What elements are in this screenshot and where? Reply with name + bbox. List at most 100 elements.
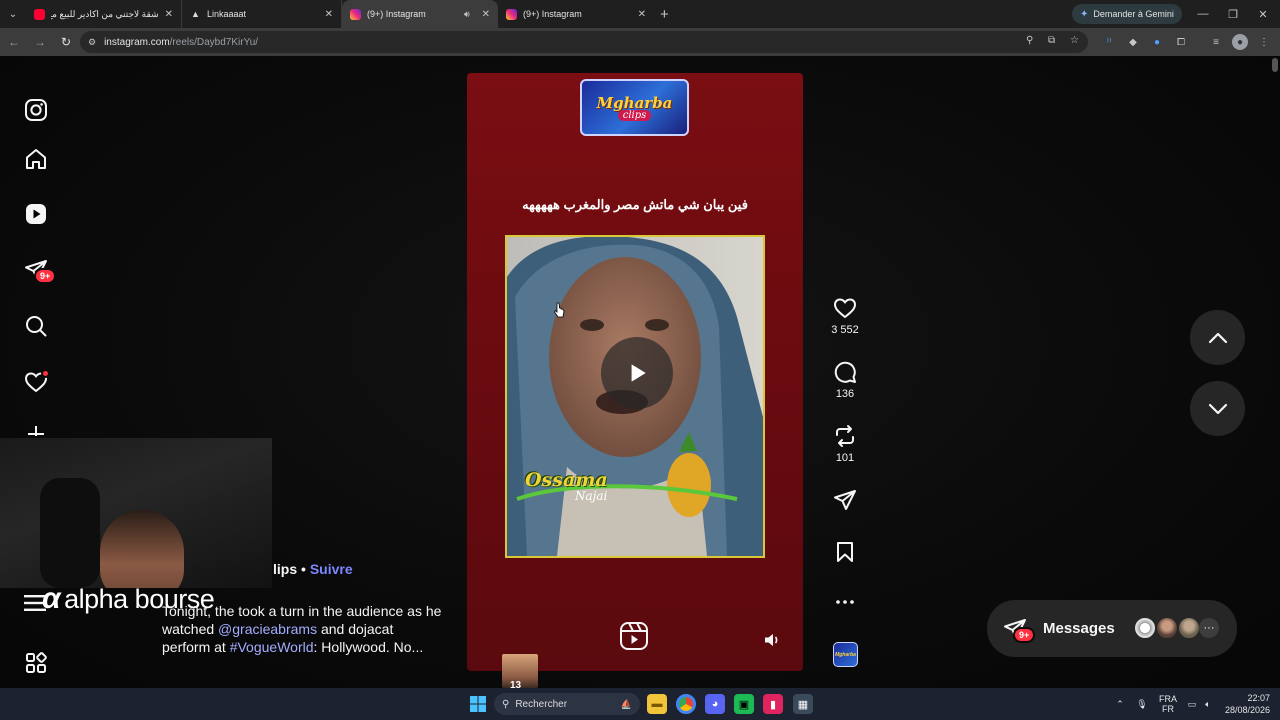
tab-title: (9+) Instagram <box>523 9 582 19</box>
restore-icon[interactable]: ❐ <box>1218 0 1248 28</box>
gemini-button[interactable]: ✦ Demander à Gemini <box>1072 4 1182 24</box>
play-button[interactable] <box>601 337 673 409</box>
share-action[interactable] <box>830 488 860 512</box>
repost-action[interactable]: 101 <box>830 424 860 464</box>
reels-icon[interactable] <box>22 200 50 228</box>
system-clock[interactable]: 22:07 28/08/2026 <box>1220 692 1270 716</box>
forward-icon[interactable]: → <box>28 30 52 54</box>
save-action[interactable] <box>830 540 860 564</box>
app-red-icon[interactable]: ▮ <box>763 694 783 714</box>
close-tab-icon[interactable]: ✕ <box>482 9 490 20</box>
minimize-icon[interactable]: — <box>1188 0 1218 28</box>
extension-diamond-icon[interactable]: ◆ <box>1125 34 1141 50</box>
like-action[interactable]: 3 552 <box>830 296 860 336</box>
tab-search-chevron-icon[interactable]: ⌄ <box>0 0 26 28</box>
apps-grid-icon[interactable] <box>22 649 50 677</box>
close-tab-icon[interactable]: ✕ <box>165 9 173 20</box>
lang-bottom: FR <box>1162 704 1174 714</box>
search-icon[interactable] <box>22 312 50 340</box>
bookmark-star-icon[interactable]: ☆ <box>1070 35 1079 46</box>
extensions-puzzle-icon[interactable]: ⧠ <box>1173 34 1189 50</box>
file-explorer-icon[interactable]: ▬ <box>647 694 667 714</box>
reel-video[interactable]: Ossama Najai <box>505 235 765 558</box>
extension-shield-icon[interactable]: ● <box>1149 34 1165 50</box>
windows-taskbar: ⚲ Rechercher ⛵ ▬ ◕ ▣ ▮ ▦ ⌃ 🎙︎ FRA FR ▭ 🔈… <box>0 688 1280 720</box>
audio-avatar[interactable]: Mgharba <box>833 642 858 667</box>
scrollbar[interactable] <box>1272 58 1278 72</box>
microphone-icon[interactable]: 🎙︎ <box>1134 688 1150 720</box>
tab-1[interactable]: شقة لاجتني من اكادير للبيع مع ان ✕ <box>26 0 182 28</box>
follow-button[interactable]: Suivre <box>310 561 353 577</box>
more-options-action[interactable] <box>830 590 860 614</box>
discord-icon[interactable]: ◕ <box>705 694 725 714</box>
back-icon[interactable]: ← <box>2 30 26 54</box>
contact-avatar <box>1155 616 1179 640</box>
repost-icon[interactable] <box>833 424 857 448</box>
alpha-brand-text: alpha bourse <box>64 583 215 614</box>
menu-kebab-icon[interactable]: ⋮ <box>1256 34 1272 50</box>
clock-time: 22:07 <box>1247 693 1270 703</box>
previous-reel-button[interactable] <box>1190 310 1245 365</box>
chrome-icon[interactable] <box>676 694 696 714</box>
comment-count: 136 <box>835 388 855 400</box>
comment-action[interactable]: 136 <box>830 360 860 400</box>
share-icon[interactable] <box>833 488 857 512</box>
address-bar[interactable]: ⚙ instagram.com/reels/Daybd7KirYu/ ⚲ ⧉ ☆ <box>80 31 1088 53</box>
close-tab-icon[interactable]: ✕ <box>325 9 333 20</box>
instagram-favicon-icon <box>506 8 517 20</box>
hashtag-link[interactable]: #VogueWorld <box>230 639 314 655</box>
volume-tray-icon[interactable]: 🔈︎ <box>1200 688 1216 720</box>
taskbar-search[interactable]: ⚲ Rechercher ⛵ <box>494 693 640 715</box>
reel-player[interactable]: Mgharba clips فين يبان شي ماتش مصر والمغ… <box>467 73 803 671</box>
mouse-cursor-icon <box>554 302 565 318</box>
calculator-icon[interactable]: ▦ <box>793 694 813 714</box>
floating-thumbnail[interactable]: 13 <box>502 654 538 691</box>
reload-icon[interactable]: ↻ <box>54 30 78 54</box>
tab-3-active[interactable]: (9+) Instagram 🔊︎ ✕ <box>342 0 498 28</box>
close-window-icon[interactable]: ✕ <box>1248 0 1278 28</box>
language-indicator[interactable]: FRA FR <box>1156 688 1180 720</box>
network-icon[interactable]: ▭ <box>1184 688 1200 720</box>
instagram-logo-icon[interactable] <box>22 96 50 124</box>
install-app-icon[interactable]: ⧉ <box>1048 35 1055 46</box>
contact-avatar <box>1133 616 1157 640</box>
webcam-person <box>100 510 184 588</box>
home-icon[interactable] <box>22 145 50 173</box>
direct-messages-icon[interactable]: 9+ <box>22 256 57 284</box>
tray-chevron-up-icon[interactable]: ⌃ <box>1112 688 1128 720</box>
tab-2[interactable]: ▲ Linkaaaat ✕ <box>182 0 342 28</box>
profile-avatar[interactable]: ● <box>1232 34 1248 50</box>
url-path: /reels/Daybd7KirYu/ <box>169 36 259 48</box>
comment-icon[interactable] <box>833 360 857 384</box>
clock-date: 28/08/2026 <box>1224 705 1270 715</box>
messages-direct-icon: 9+ <box>1003 617 1036 643</box>
lang-top: FRA <box>1159 694 1177 704</box>
bookmark-icon[interactable] <box>833 540 857 564</box>
new-tab-icon[interactable]: + <box>660 6 669 23</box>
volume-icon[interactable] <box>763 631 781 649</box>
start-windows-icon[interactable] <box>468 694 488 714</box>
create-icon[interactable] <box>22 422 50 436</box>
webcam-overlay <box>0 438 272 588</box>
mention-link[interactable]: @gracieabrams <box>218 621 317 637</box>
alpha-logo-icon: α <box>42 582 61 615</box>
author-name[interactable]: lips <box>273 561 297 577</box>
messages-button[interactable]: 9+ Messages ··· <box>987 600 1237 657</box>
contact-avatar <box>1177 616 1201 640</box>
reading-list-icon[interactable]: ≡ <box>1208 34 1224 50</box>
app-green-icon[interactable]: ▣ <box>734 694 754 714</box>
alpha-bourse-watermark: α alpha bourse <box>42 582 215 616</box>
tab-4[interactable]: (9+) Instagram ✕ <box>498 0 654 28</box>
webcam-chair <box>40 478 100 588</box>
notifications-heart-icon[interactable] <box>22 368 50 396</box>
zoom-icon[interactable]: ⚲ <box>1026 35 1033 46</box>
next-reel-button[interactable] <box>1190 381 1245 436</box>
extension-audio-icon[interactable]: ⁾⁾ <box>1101 34 1117 50</box>
like-heart-icon[interactable] <box>833 296 857 320</box>
more-dots-icon[interactable] <box>833 590 857 614</box>
browser-toolbar: ← → ↻ ⚙ instagram.com/reels/Daybd7KirYu/… <box>0 28 1280 56</box>
play-icon <box>631 364 646 382</box>
speaker-icon[interactable]: 🔊︎ <box>464 9 470 20</box>
site-info-icon[interactable]: ⚙ <box>88 37 96 48</box>
close-tab-icon[interactable]: ✕ <box>638 9 646 20</box>
